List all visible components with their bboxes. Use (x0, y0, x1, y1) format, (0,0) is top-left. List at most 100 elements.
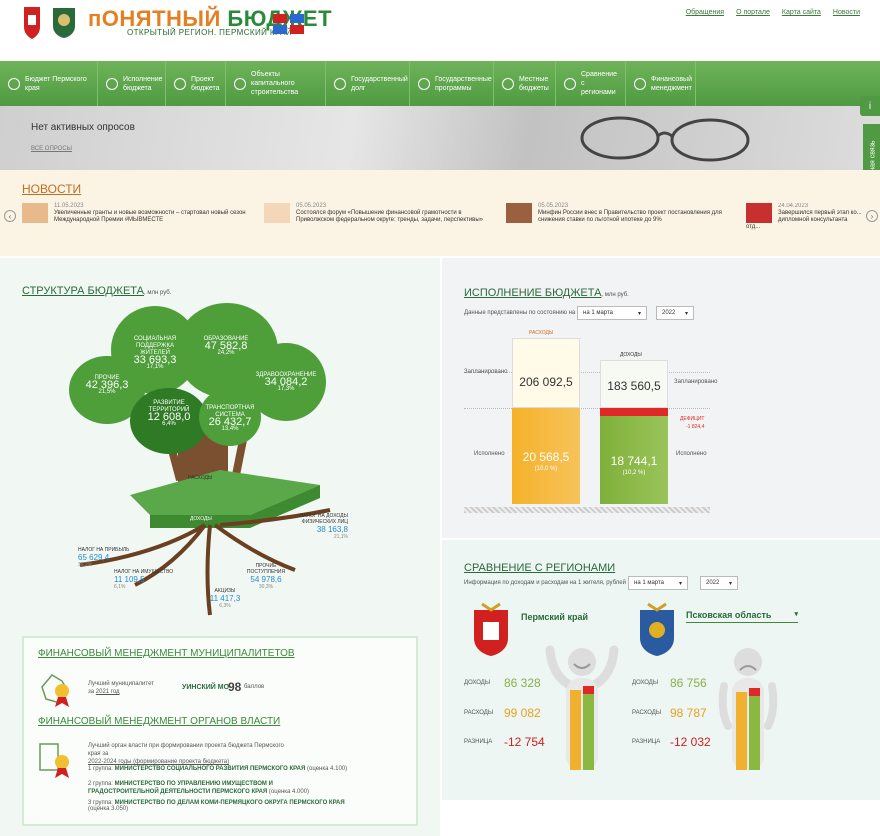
news-title[interactable]: НОВОСТИ (22, 182, 81, 196)
execution-heading: ИСПОЛНЕНИЕ БЮДЖЕТА, млн руб. (464, 287, 629, 299)
expenses-planned-bar[interactable] (512, 338, 580, 408)
perm-emblem-icon (24, 7, 40, 39)
nav-item-debt[interactable]: Государственный долг (326, 61, 410, 106)
award-building-icon (39, 743, 69, 778)
execution-chart (464, 337, 710, 513)
exp-executed-label: Исполнено (474, 451, 505, 457)
nav-item-project[interactable]: Проект бюджета (166, 61, 226, 106)
inc-executed-label: Исполнено (676, 451, 707, 457)
top-link-about[interactable]: О портале (736, 9, 770, 16)
nav-item-execution[interactable]: Исполнение бюджета (98, 61, 166, 106)
pskov-crest-icon (640, 602, 674, 656)
leaf-label: ПРОЧИЕ 42 396,3 21,5% (85, 375, 129, 395)
deficit-bar[interactable] (600, 408, 668, 416)
building-icon (234, 77, 246, 90)
perm-crest-icon (474, 602, 508, 656)
leaf-label: ЗДРАВООХРАНЕНИЕ 34 084,2 17,3% (255, 372, 317, 392)
nav-item-finmgmt[interactable]: Финансовый менеджмент (626, 61, 696, 106)
finmgmt-group-3[interactable]: 3 группа: МИНИСТЕРСТВО ПО ДЕЛАМ КОМИ-ПЕР… (88, 800, 348, 812)
finmgmt-mun-score-unit: баллов (244, 684, 265, 690)
all-polls-link[interactable]: ВСЕ ОПРОСЫ (31, 146, 72, 152)
nav-item-budget[interactable]: Бюджет Пермского края (0, 61, 98, 106)
finmgmt-group-1[interactable]: 1 группа: МИНИСТЕРСТВО СОЦИАЛЬНОГО РАЗВИ… (88, 766, 348, 772)
incomes-planned-value: 183 560,5 (607, 379, 661, 393)
expenses-label: РАСХОДЫ (529, 330, 554, 336)
left-diff: -12 754 (504, 735, 545, 749)
incomes-executed-value: 18 744,1 (610, 454, 658, 468)
top-link-news[interactable]: Новости (833, 9, 860, 16)
news-thumb (506, 203, 532, 223)
document-icon (502, 77, 514, 90)
structure-heading: СТРУКТУРА БЮДЖЕТА, млн руб. (22, 285, 172, 297)
root-other[interactable]: ПРОЧИЕ ПОСТУПЛЕНИЯ 54 978,6 30,3% (236, 563, 296, 590)
execution-year-select[interactable]: 2022 ▾ (656, 306, 694, 320)
row-label-diff: РАЗНИЦА (464, 739, 493, 745)
regions-year-select[interactable]: 2022 ▾ (700, 576, 738, 590)
news-item[interactable]: 05.05.2023 Состоялся форум «Повышение фин… (264, 203, 494, 224)
root-profit[interactable]: НАЛОГ НА ПРИБЫЛЬ 65 629,4 36,2% (78, 547, 142, 568)
news-item[interactable]: 24.04.2023 Завершился первый этап ко... д… (746, 203, 862, 231)
row-label-expense-r: РАСХОДЫ (632, 710, 662, 716)
news-thumb (22, 203, 48, 223)
inc-planned-label: Запланировано (674, 379, 718, 385)
news-thumb (746, 203, 772, 223)
top-link-appeals[interactable]: Обращения (686, 9, 724, 16)
root-property[interactable]: НАЛОГ НА ИМУЩЕСТВО 11 109,5 6,1% (114, 569, 178, 590)
top-link-sitemap[interactable]: Карта сайта (782, 9, 821, 16)
finmgmt-org-best: Лучший орган власти при формировании про… (88, 743, 284, 765)
regions-title[interactable]: СРАВНЕНИЕ С РЕГИОНАМИ (464, 562, 615, 574)
right-diff: -12 032 (670, 735, 711, 749)
news-item[interactable]: 11.05.2023 Увеличенные гранты и новые воз… (22, 203, 252, 224)
ground-label: ДОХОДЫ (190, 516, 212, 522)
top-links: Обращения О портале Карта сайта Новости (686, 9, 860, 16)
execution-date-select[interactable]: на 1 марта ▾ (577, 306, 647, 320)
expenses-planned-value: 206 092,5 (519, 375, 573, 389)
row-label-income: ДОХОДЫ (464, 680, 491, 686)
puzzle-logo-icon (273, 14, 304, 34)
finmgmt-group-2[interactable]: 2 группа: МИНИСТЕРСТВО ПО УПРАВЛЕНИЮ ИМУ… (88, 780, 338, 796)
debt-icon (334, 77, 346, 90)
chevron-down-icon: ▾ (637, 311, 641, 317)
news-item[interactable]: 05.05.2023 Минфин России внес в Правитель… (506, 203, 736, 224)
nav-item-local[interactable]: Местные бюджеты (494, 61, 556, 106)
leaf-label: ОБРАЗОВАНИЕ 47 582,8 24,2% (203, 336, 249, 356)
regions-date-select[interactable]: на 1 марта ▾ (628, 576, 688, 590)
trunk-label: РАСХОДЫ (188, 475, 213, 481)
expenses-executed-pct: (10,0 %) (534, 466, 558, 472)
coins-icon (8, 77, 20, 90)
execution-state-label: Данные представлены по состоянию на (464, 310, 576, 316)
structure-title[interactable]: СТРУКТУРА БЮДЖЕТА (22, 285, 144, 297)
chevron-down-icon: ▾ (678, 581, 682, 587)
nav-item-construction[interactable]: Объекты капитального строительства (226, 61, 326, 106)
nav-item-compare[interactable]: Сравнение с регионами (556, 61, 626, 106)
left-income: 86 328 (504, 676, 541, 690)
finmgmt-mun-title[interactable]: ФИНАНСОВЫЙ МЕНЕДЖМЕНТ МУНИЦИПАЛИТЕТОВ (38, 648, 295, 659)
execution-title[interactable]: ИСПОЛНЕНИЕ БЮДЖЕТА (464, 287, 601, 299)
compare-icon (564, 77, 576, 90)
root-ndfl[interactable]: НАЛОГ НА ДОХОДЫ ФИЗИЧЕСКИХ ЛИЦ 38 163,8 21… (288, 513, 348, 540)
exp-planned-label: Запланировано (464, 369, 508, 375)
info-icon[interactable]: i (860, 96, 880, 116)
news-next-arrow-icon[interactable]: › (866, 210, 878, 222)
deficit-label: ДЕФИЦИТ (680, 416, 705, 422)
pie-chart-icon (174, 77, 186, 90)
finmgmt-mun-best: Лучший муниципалитет за 2021 год (88, 681, 154, 695)
leaf-label: ТРАНСПОРТНАЯ СИСТЕМА 26 432,7 13,4% (205, 405, 255, 432)
finmgmt-mun-score: 98 (228, 680, 242, 694)
left-expense: 99 082 (504, 706, 541, 720)
news-thumb (264, 203, 290, 223)
region-right-select[interactable]: Псковская область ▾ (686, 610, 798, 623)
news-prev-arrow-icon[interactable]: ‹ (4, 210, 16, 222)
chart-line-icon (106, 77, 118, 90)
leaf-label: РАЗВИТИЕ ТЕРРИТОРИЙ 12 608,0 6,4% (147, 400, 191, 427)
row-label-income-r: ДОХОДЫ (632, 680, 659, 686)
chevron-down-icon: ▾ (728, 581, 732, 587)
polls-title: Нет активных опросов (31, 122, 135, 133)
root-excise[interactable]: АКЦИЗЫ 11 417,3 6,3% (205, 588, 245, 609)
expenses-executed-value: 20 568,5 (522, 450, 570, 464)
nav-item-programs[interactable]: Государственные программы (410, 61, 494, 106)
main-nav: Бюджет Пермского края Исполнение бюджета… (0, 61, 880, 106)
glasses-image (580, 116, 750, 162)
row-label-diff-r: РАЗНИЦА (632, 739, 661, 745)
finmgmt-org-title[interactable]: ФИНАНСОВЫЙ МЕНЕДЖМЕНТ ОРГАНОВ ВЛАСТИ (38, 716, 280, 727)
